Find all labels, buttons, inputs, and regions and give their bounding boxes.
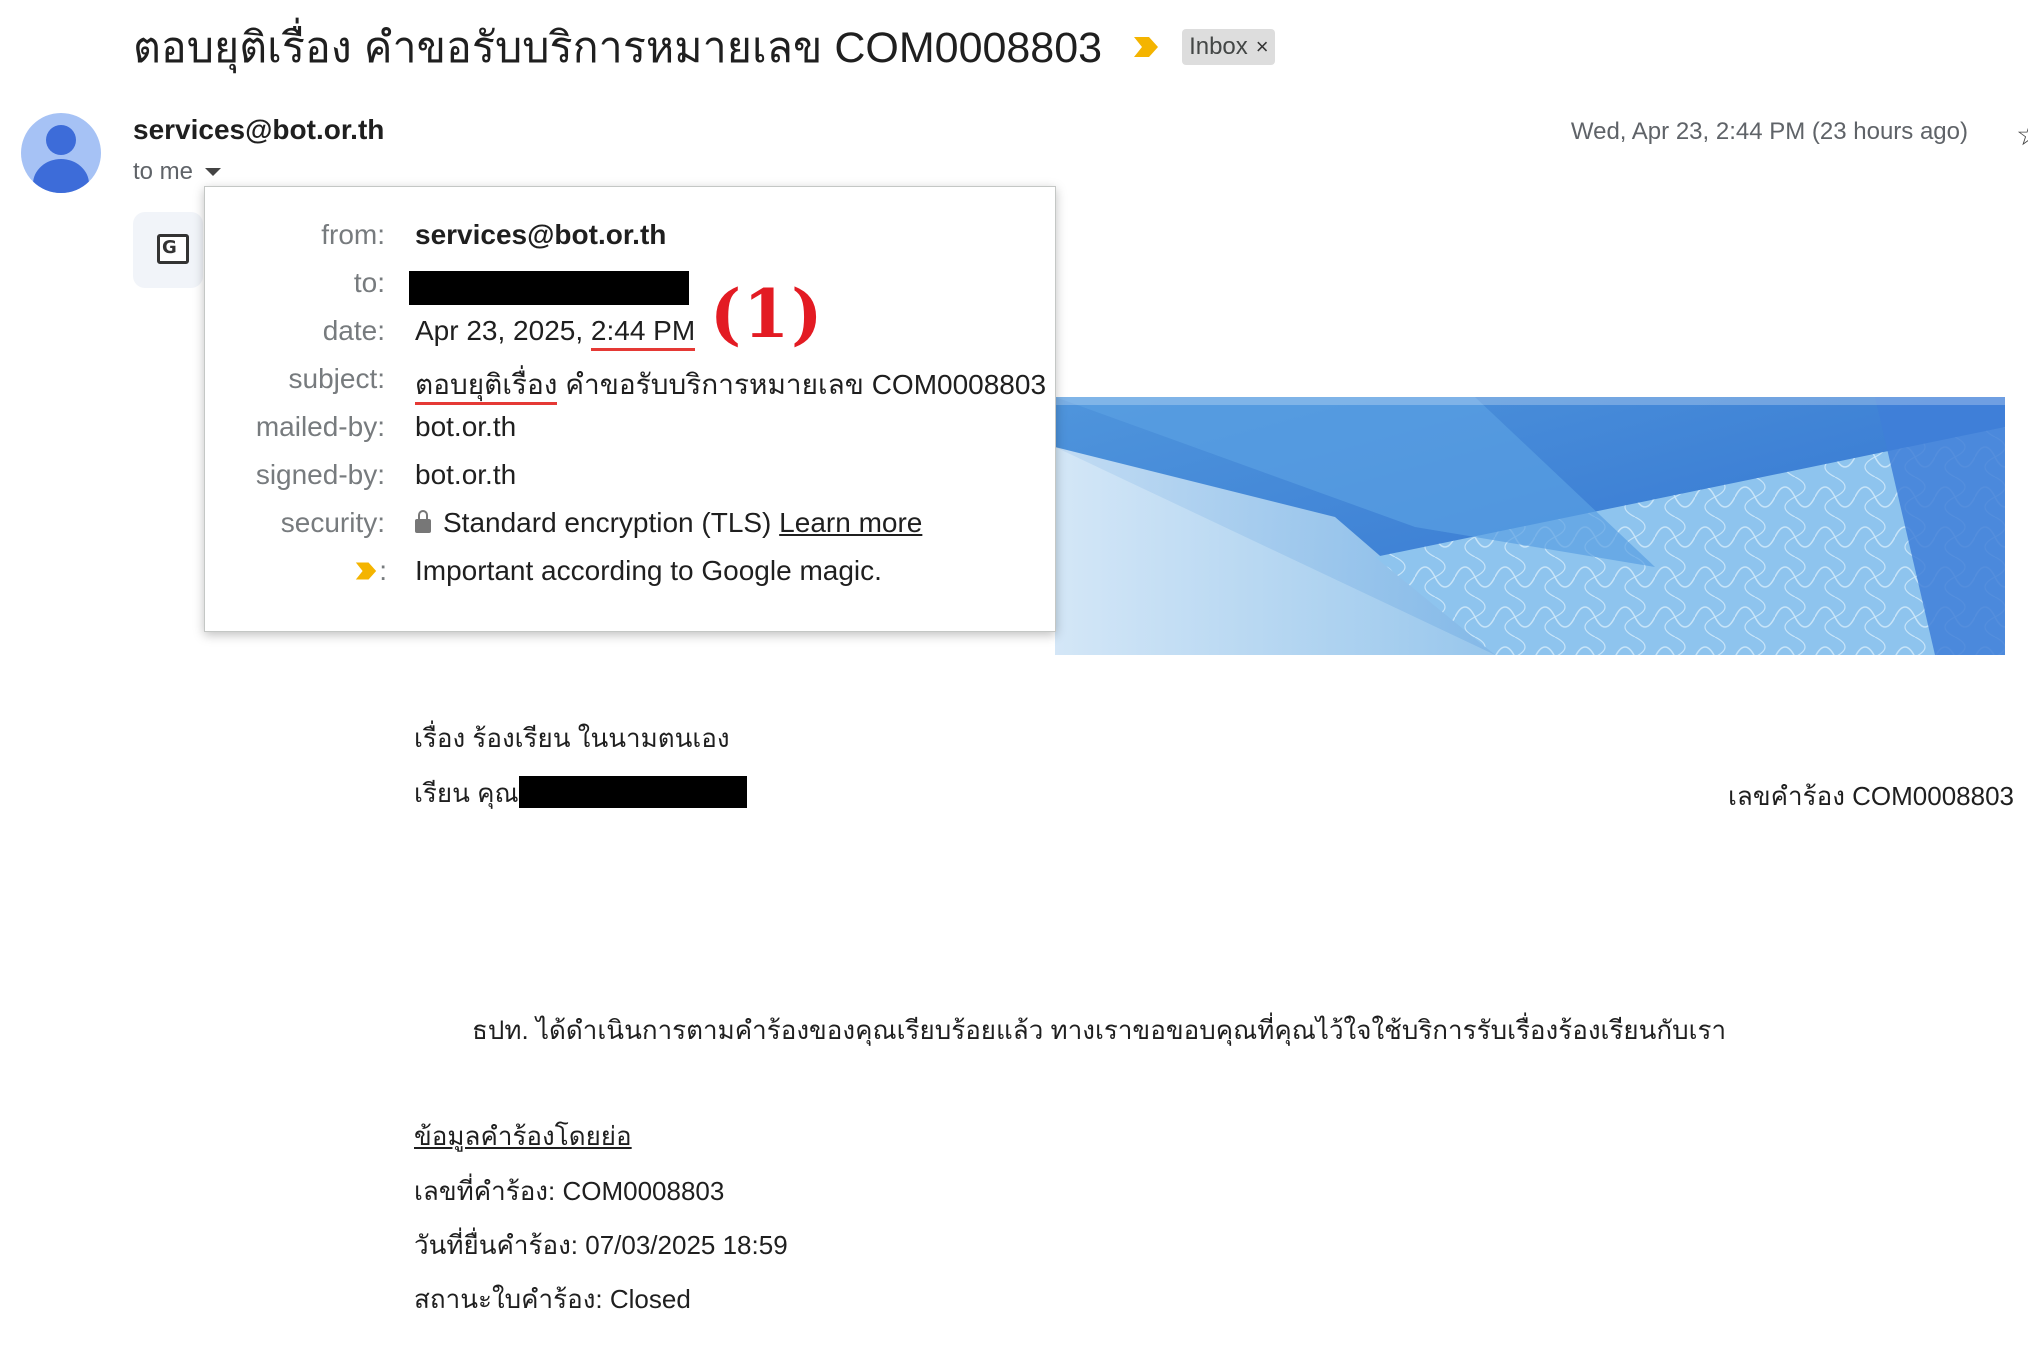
- importance-marker-icon: [356, 562, 377, 580]
- to-label: to:: [353, 267, 385, 298]
- subject-label: subject:: [288, 363, 386, 394]
- request-number: เลขที่คำร้อง: COM0008803: [414, 1176, 725, 1206]
- signed-by-label: signed-by:: [255, 459, 385, 490]
- inbox-label-chip[interactable]: Inbox ×: [1182, 29, 1275, 65]
- learn-more-link[interactable]: Learn more: [779, 507, 922, 538]
- importance-label: :: [353, 555, 387, 587]
- star-icon[interactable]: ☆: [2016, 118, 2028, 153]
- details-row-security: security: Standard encryption (TLS) Lear…: [205, 507, 1057, 555]
- details-row-mailed-by: mailed-by: bot.or.th: [205, 411, 1057, 459]
- show-details-caret-icon[interactable]: [205, 168, 222, 176]
- date-value: Apr 23, 2025, 2:44 PM: [415, 315, 696, 351]
- details-row-subject: subject: ตอบยุติเรื่อง คำขอรับบริการหมาย…: [205, 363, 1057, 411]
- subject-header: ตอบยุติเรื่อง คำขอรับบริการหมายเลข COM00…: [133, 16, 1275, 78]
- default-avatar-icon[interactable]: [21, 113, 101, 193]
- date-value-time: 2:44 PM: [590, 315, 696, 351]
- submit-date: วันที่ยื่นคำร้อง: 07/03/2025 18:59: [414, 1230, 788, 1260]
- security-value: Standard encryption (TLS) Learn more: [401, 507, 922, 539]
- email-banner-image: [1055, 397, 2005, 655]
- redacted-recipient: [409, 271, 689, 305]
- importance-colon: :: [379, 555, 387, 586]
- date-label: date:: [322, 315, 385, 346]
- details-row-importance: : Important according to Google magic.: [205, 555, 1057, 603]
- redacted-name: [518, 776, 747, 808]
- security-text: Standard encryption (TLS): [443, 507, 772, 538]
- email-paragraph: ธปท. ได้ดำเนินการตามคำร้องของคุณเรียบร้อ…: [472, 1015, 1727, 1045]
- subject-value-rest: คำขอรับบริการหมายเลข COM0008803: [565, 369, 1047, 400]
- details-row-date: date: Apr 23, 2025, 2:44 PM: [205, 315, 1057, 363]
- to-me-label: to me: [133, 158, 194, 185]
- details-row-to: to:: [205, 267, 1057, 315]
- email-topic: เรื่อง ร้องเรียน ในนามตนเอง: [414, 723, 730, 753]
- email-date: Wed, Apr 23, 2:44 PM (23 hours ago): [1570, 118, 1968, 145]
- importance-value: Important according to Google magic.: [415, 555, 882, 586]
- subject-value: ตอบยุติเรื่อง คำขอรับบริการหมายเลข COM00…: [415, 363, 1046, 407]
- inbox-label-text: Inbox: [1189, 33, 1248, 60]
- importance-marker-icon[interactable]: [1132, 34, 1160, 60]
- request-status: สถานะใบคำร้อง: Closed: [414, 1284, 691, 1314]
- reference-number: เลขคำร้อง COM0008803: [1728, 781, 2014, 811]
- salutation-text: เรียน คุณ: [414, 778, 519, 808]
- translate-button[interactable]: G: [133, 212, 203, 288]
- from-label: from:: [321, 219, 385, 250]
- date-value-date: Apr 23, 2025,: [415, 315, 584, 346]
- details-row-from: from: services@bot.or.th: [205, 219, 1057, 267]
- email-subject: ตอบยุติเรื่อง คำขอรับบริการหมายเลข COM00…: [133, 24, 1103, 72]
- sender-email[interactable]: services@bot.or.th: [133, 114, 384, 146]
- email-salutation: เรียน คุณ: [414, 773, 747, 814]
- summary-heading: ข้อมูลคำร้องโดยย่อ: [414, 1121, 632, 1151]
- mailed-by-value: bot.or.th: [415, 411, 517, 442]
- from-value[interactable]: services@bot.or.th: [415, 219, 666, 251]
- annotation-marker: (1): [710, 275, 825, 353]
- translate-icon: G: [157, 234, 189, 264]
- message-details-popup: from: services@bot.or.th to: date: Apr 2…: [204, 186, 1056, 632]
- signed-by-value: bot.or.th: [415, 459, 517, 490]
- recipient-line: to me: [133, 158, 222, 186]
- details-row-signed-by: signed-by: bot.or.th: [205, 459, 1057, 507]
- subject-value-highlight: ตอบยุติเรื่อง: [415, 369, 558, 405]
- mailed-by-label: mailed-by:: [255, 411, 385, 442]
- security-label: security:: [280, 507, 385, 538]
- remove-label-icon[interactable]: ×: [1256, 34, 1269, 60]
- lock-icon: [415, 510, 431, 533]
